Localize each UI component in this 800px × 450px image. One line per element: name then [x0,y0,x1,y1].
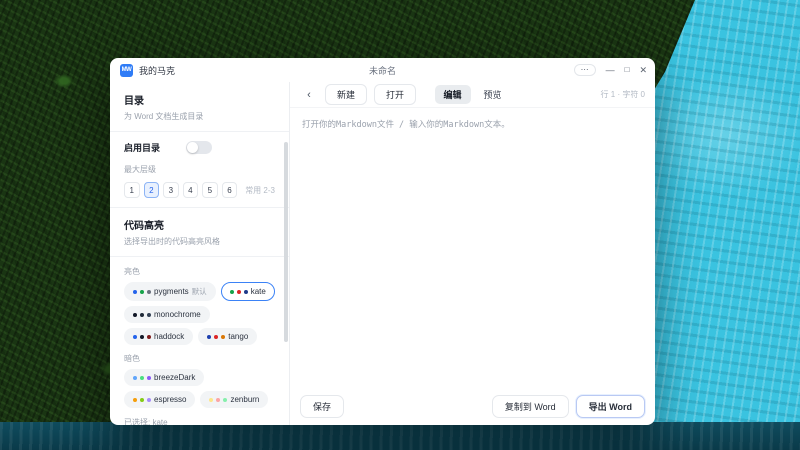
theme-color-dot [133,397,137,402]
highlight-section-title: 代码高亮 [124,221,164,232]
theme-color-dot [133,334,137,339]
divider [110,207,289,208]
toc-level-button-5[interactable]: 5 [202,182,218,198]
new-file-button[interactable]: 新建 [325,84,368,105]
theme-chip-kate[interactable]: kate [220,282,275,301]
open-file-button[interactable]: 打开 [374,84,417,105]
toc-level-button-2[interactable]: 2 [143,182,160,198]
light-themes-label: 亮色 [124,267,140,276]
app-icon: MW [120,63,133,77]
toc-section-subtitle: 为 Word 文档生成目录 [124,112,204,121]
dark-themes-label: 暗色 [124,354,140,363]
tab-edit[interactable]: 编辑 [434,85,471,104]
theme-color-dot [133,312,137,317]
theme-default-badge: 默认 [191,287,207,296]
back-button[interactable]: ‹ [300,86,318,104]
theme-color-dot [140,334,144,339]
theme-color-dot [221,334,226,339]
divider [110,131,289,132]
theme-color-dot [140,375,144,380]
theme-chip-label: monochrome [154,310,201,319]
divider [110,256,289,257]
titlebar[interactable]: MW 我的马克 未命名 ⋯ — □ ✕ [110,58,655,82]
settings-sidebar: 目录 为 Word 文档生成目录 启用目录 最大层级 1 2 3 4 5 6 常用 2-3 … [110,82,290,425]
toc-level-button-6[interactable]: 6 [221,182,238,198]
editor-placeholder: 打开你的Markdown文件 / 输入你的Markdown文本。 [302,120,510,130]
theme-chip-label: espresso [154,395,187,404]
editor-pane: ‹ 新建 打开 编辑 预览 行 1 · 字符 0 打开你的Markdown文件 … [290,82,655,425]
app-title: 我的马克 [139,65,176,76]
light-theme-chips: pygments 默认 kate monochrome haddock tang… [124,282,275,345]
theme-chip-label: haddock [154,332,185,341]
copy-to-word-button[interactable]: 复制到 Word [491,394,569,418]
theme-color-dot [147,312,151,317]
theme-color-dot [229,289,234,294]
toc-level-button-1[interactable]: 1 [124,182,140,198]
theme-color-dot [214,334,219,339]
theme-color-dot [147,289,151,294]
theme-chip-zenburn[interactable]: zenburn [200,391,269,408]
theme-color-dot [140,312,144,317]
maximize-icon[interactable]: □ [625,66,630,74]
theme-color-dot [207,334,212,339]
close-icon[interactable]: ✕ [639,65,647,75]
theme-chip-monochrome[interactable]: monochrome [124,306,210,323]
theme-color-dot [147,334,151,339]
theme-chip-haddock[interactable]: haddock [124,328,194,345]
max-level-buttons: 1 2 3 4 5 6 常用 2-3 [124,182,275,198]
cursor-status: 行 1 · 字符 0 [600,90,645,99]
theme-color-dot [209,397,214,402]
theme-chip-label: pygments [154,287,189,296]
theme-color-dot [133,289,137,294]
app-window: MW 我的马克 未命名 ⋯ — □ ✕ 目录 为 Word 文档生成目录 启用目… [110,58,655,425]
toggle-knob [187,142,199,153]
theme-color-dot [223,397,228,402]
markdown-edit-area[interactable]: 打开你的Markdown文件 / 输入你的Markdown文本。 [290,108,655,393]
theme-color-dot [147,397,151,402]
theme-color-dot [140,397,144,402]
theme-color-dot [243,289,248,294]
save-button[interactable]: 保存 [300,394,345,418]
minimize-icon[interactable]: — [606,65,615,75]
theme-color-dot [140,289,144,294]
highlight-section-subtitle: 选择导出时的代码高亮风格 [124,237,220,246]
window-body: 目录 为 Word 文档生成目录 启用目录 最大层级 1 2 3 4 5 6 常用 2-3 … [110,82,655,425]
theme-color-dot [216,397,221,402]
theme-color-dot [236,289,241,294]
enable-toc-label: 启用目录 [124,143,161,153]
level-hint: 常用 2-3 [245,185,275,195]
dark-theme-chips: breezeDark espresso zenburn [124,369,275,408]
sidebar-scrollbar[interactable] [284,142,288,342]
max-level-label: 最大层级 [124,165,156,174]
theme-chip-pygments[interactable]: pygments 默认 [124,282,216,301]
theme-chip-breezeDark[interactable]: breezeDark [124,369,205,386]
enable-toc-toggle[interactable] [186,141,213,154]
theme-chip-label: kate [250,287,266,296]
editor-footer: 保存 复制到 Word 导出 Word [290,393,655,425]
footer-actions: 复制到 Word 导出 Word [491,394,645,418]
toc-level-button-4[interactable]: 4 [182,182,199,198]
toc-section-title: 目录 [124,96,144,107]
theme-color-dot [147,375,151,380]
theme-chip-tango[interactable]: tango [198,328,258,345]
editor-toolbar: ‹ 新建 打开 编辑 预览 行 1 · 字符 0 [290,82,655,108]
toc-level-button-3[interactable]: 3 [163,182,179,198]
theme-chip-espresso[interactable]: espresso [124,391,196,408]
export-word-button[interactable]: 导出 Word [575,394,645,418]
theme-chip-label: breezeDark [154,373,196,382]
tab-preview[interactable]: 预览 [475,85,511,104]
theme-chip-label: zenburn [230,395,260,404]
selected-theme-text: 已选择: kate [124,418,168,425]
window-controls: ⋯ — □ ✕ [573,64,647,76]
theme-color-dot [133,375,137,380]
view-tabs: 编辑 预览 [434,85,510,104]
wallpaper-water-strip [0,422,800,450]
theme-chip-label: tango [228,332,249,341]
more-menu-icon[interactable]: ⋯ [573,64,596,76]
desktop: MW 我的马克 未命名 ⋯ — □ ✕ 目录 为 Word 文档生成目录 启用目… [0,0,800,450]
